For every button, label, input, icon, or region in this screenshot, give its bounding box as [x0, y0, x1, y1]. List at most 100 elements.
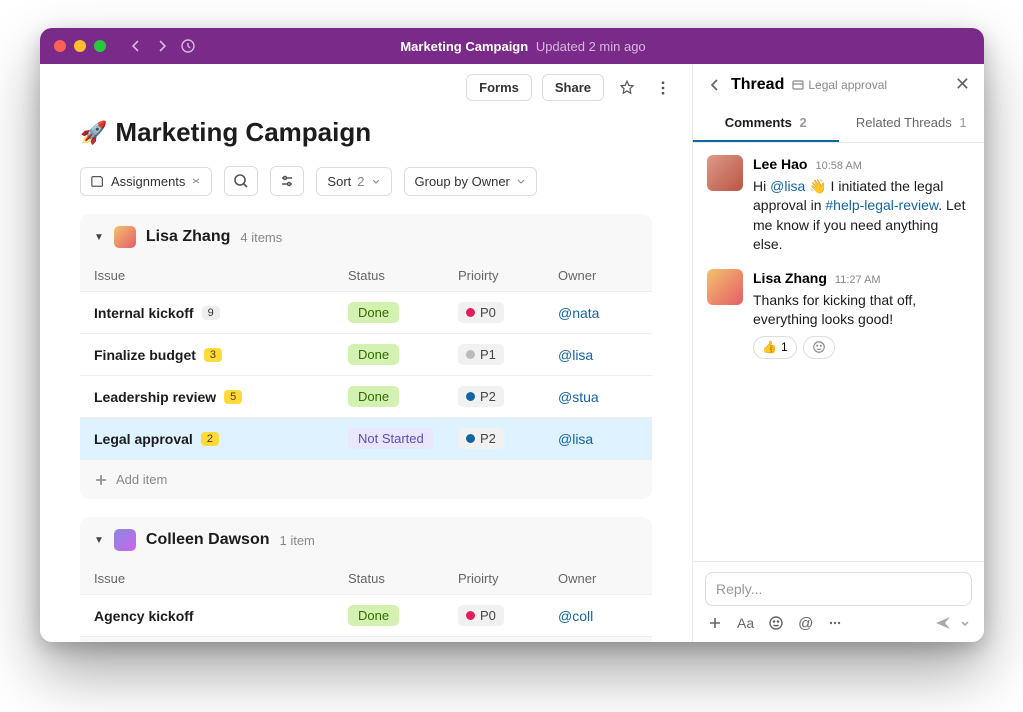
table-row[interactable]: Finalize budget3 Done P1 @lisa [80, 333, 652, 375]
titlebar: Marketing Campaign Updated 2 min ago [40, 28, 984, 64]
owner-mention[interactable]: @stua [558, 389, 638, 405]
filter-row: Assignments Sort 2 Group [80, 166, 652, 196]
table-row[interactable]: Leadership review 5 Done P2 @stua [80, 375, 652, 417]
col-owner: Owner [558, 571, 638, 586]
priority-pill[interactable]: P0 [458, 302, 504, 323]
owner-mention[interactable]: @coll [558, 608, 638, 624]
add-reaction-icon[interactable] [803, 336, 835, 359]
title: Marketing Campaign [400, 39, 528, 54]
maximize-window-icon[interactable] [94, 40, 106, 52]
reaction-count: 1 [781, 339, 788, 356]
status-pill[interactable]: Not Started [348, 428, 434, 449]
forms-button[interactable]: Forms [466, 74, 532, 101]
message-author[interactable]: Lisa Zhang [753, 269, 827, 289]
search-icon[interactable] [224, 166, 258, 196]
thread-crumb-text: Legal approval [808, 78, 887, 92]
group: ▼ Lisa Zhang 4 itemsIssue Status Prioirt… [80, 214, 652, 499]
adjust-icon[interactable] [270, 166, 304, 196]
close-window-icon[interactable] [54, 40, 66, 52]
priority-dot-icon [466, 392, 475, 401]
priority-pill[interactable]: P1 [458, 344, 504, 365]
forward-button[interactable] [154, 38, 170, 54]
message-author[interactable]: Lee Hao [753, 155, 807, 175]
star-icon[interactable] [614, 75, 640, 101]
message-time: 10:58 AM [815, 159, 861, 174]
col-priority: Prioirty [458, 571, 558, 586]
priority-dot-icon [466, 611, 475, 620]
message-time: 11:27 AM [835, 273, 881, 288]
col-owner: Owner [558, 268, 638, 283]
more-icon[interactable] [650, 75, 676, 101]
share-button[interactable]: Share [542, 74, 604, 101]
owner-mention[interactable]: @lisa [558, 431, 638, 447]
issue-title: Leadership review [94, 389, 216, 405]
plus-icon[interactable] [707, 615, 723, 631]
history-icon[interactable] [180, 38, 196, 54]
col-issue: Issue [94, 268, 348, 283]
reply-input[interactable]: Reply... [705, 572, 972, 606]
overflow-icon[interactable] [827, 615, 843, 631]
group: ▼ Colleen Dawson 1 itemIssue Status Prio… [80, 517, 652, 642]
status-pill[interactable]: Done [348, 344, 399, 365]
message-text: Hi @lisa 👋 I initiated the legal approva… [753, 177, 970, 255]
group-header[interactable]: ▼ Lisa Zhang 4 items [80, 214, 652, 260]
assignments-label: Assignments [111, 174, 185, 189]
back-button[interactable] [128, 38, 144, 54]
minimize-window-icon[interactable] [74, 40, 86, 52]
messages: Lee Hao 10:58 AM Hi @lisa 👋 I initiated … [693, 143, 984, 561]
avatar [114, 529, 136, 551]
emoji-icon[interactable] [768, 615, 784, 631]
table-row[interactable]: Agency kickoff Done P0 @coll [80, 594, 652, 636]
group-count: 1 item [279, 533, 314, 548]
thread-sidebar: Thread Legal approval ✕ Comments 2 Relat… [692, 64, 984, 642]
tab-related-label: Related Threads [856, 115, 952, 130]
thread-back-icon[interactable] [707, 77, 723, 93]
thread-crumb[interactable]: Legal approval [792, 78, 887, 92]
tab-comments-count: 2 [800, 115, 807, 130]
send-chevron-icon[interactable] [960, 618, 970, 628]
issue-title: Agency kickoff [94, 608, 194, 624]
group-owner: Colleen Dawson [146, 531, 270, 549]
add-item-label: Add item [116, 472, 167, 487]
mention-icon[interactable]: @ [798, 615, 813, 632]
priority-pill[interactable]: P0 [458, 605, 504, 626]
format-icon[interactable]: Aa [737, 615, 754, 631]
table-row[interactable]: Legal approval2 Not Started P2 @lisa [80, 417, 652, 459]
tab-comments[interactable]: Comments 2 [693, 105, 839, 142]
title-center: Marketing Campaign Updated 2 min ago [204, 39, 842, 54]
status-pill[interactable]: Done [348, 302, 399, 323]
caret-down-icon: ▼ [94, 232, 104, 243]
table-header: Issue Status Prioirty Owner [80, 260, 652, 291]
priority-dot-icon [466, 434, 475, 443]
status-pill[interactable]: Done [348, 386, 399, 407]
groupby-button[interactable]: Group by Owner [404, 167, 537, 196]
reaction[interactable]: 👍1 [753, 336, 797, 359]
priority-pill[interactable]: P2 [458, 428, 504, 449]
comment-count-badge: 5 [224, 390, 242, 404]
sort-label: Sort [327, 174, 351, 189]
send-icon[interactable] [934, 614, 952, 632]
col-issue: Issue [94, 571, 348, 586]
table-header: Issue Status Prioirty Owner [80, 563, 652, 594]
page-title: 🚀 Marketing Campaign [80, 117, 652, 148]
status-pill[interactable]: Done [348, 605, 399, 626]
issue-title: Legal approval [94, 431, 193, 447]
table-row[interactable]: Internal kickoff9 Done P0 @nata [80, 291, 652, 333]
tab-related[interactable]: Related Threads 1 [839, 105, 985, 142]
add-item-button[interactable]: Add item [80, 636, 652, 642]
priority-pill[interactable]: P2 [458, 386, 504, 407]
assignments-filter[interactable]: Assignments [80, 167, 212, 196]
list-icon [792, 79, 804, 91]
sort-button[interactable]: Sort 2 [316, 167, 391, 196]
owner-mention[interactable]: @lisa [558, 347, 638, 363]
group-header[interactable]: ▼ Colleen Dawson 1 item [80, 517, 652, 563]
close-icon[interactable]: ✕ [955, 74, 970, 95]
groupby-label: Group by Owner [415, 174, 510, 189]
comment-count-badge: 9 [202, 306, 220, 320]
app-window: Marketing Campaign Updated 2 min ago For… [40, 28, 984, 642]
add-item-button[interactable]: Add item [80, 459, 652, 499]
priority-dot-icon [466, 350, 475, 359]
owner-mention[interactable]: @nata [558, 305, 638, 321]
caret-down-icon: ▼ [94, 535, 104, 546]
thread-header: Thread Legal approval ✕ [693, 64, 984, 105]
